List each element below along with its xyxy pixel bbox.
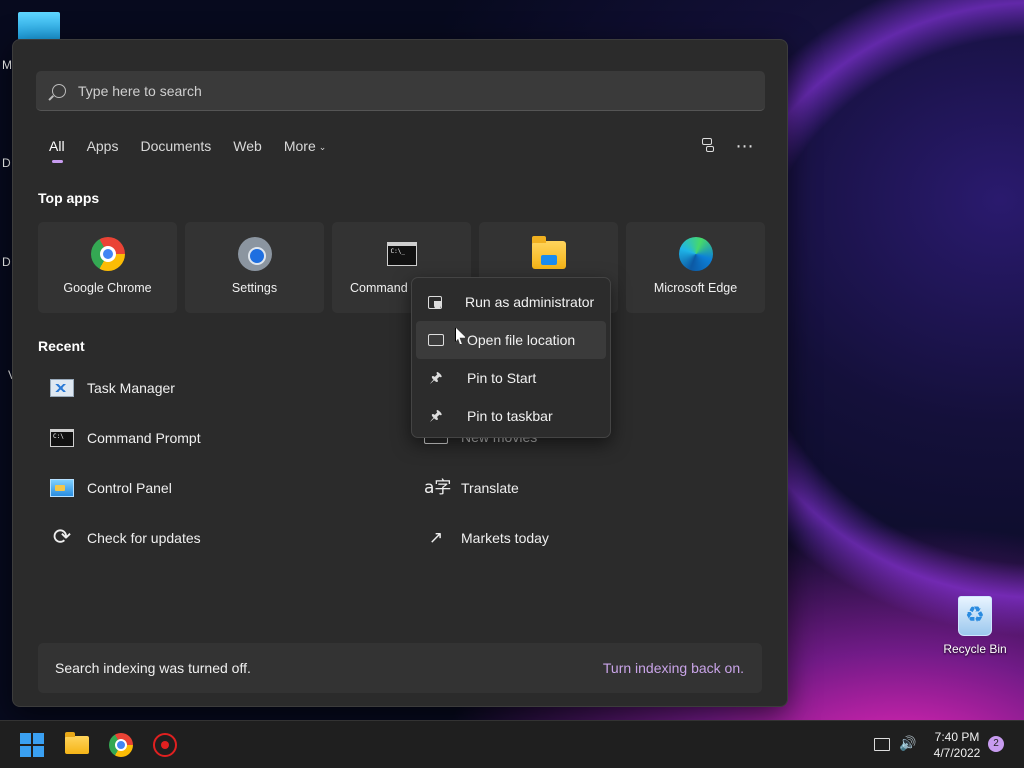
more-options-icon[interactable]: ⋯ [734,135,756,157]
shield-icon [428,295,442,309]
clock[interactable]: 7:40 PM 4/7/2022 [922,729,992,761]
top-app-settings[interactable]: Settings [185,222,324,313]
taskbar: 🔊 7:40 PM 4/7/2022 [0,720,1024,768]
recycle-bin-icon [958,596,992,636]
network-icon[interactable] [874,738,890,751]
chevron-down-icon: ⌄ [318,142,327,152]
volume-icon[interactable]: 🔊 [899,736,916,752]
translate-icon: a字 [424,478,452,498]
tab-more[interactable]: More ⌄ [284,138,326,154]
search-input[interactable] [78,82,678,99]
notification-badge[interactable]: 2 [988,736,1004,752]
tab-all[interactable]: All [49,138,65,163]
top-app-label: Google Chrome [63,281,152,295]
recent-item-markets-today[interactable]: ↗ Markets today [424,529,549,547]
search-box[interactable] [36,71,765,111]
turn-indexing-on-link[interactable]: Turn indexing back on. [603,660,744,676]
refresh-icon: ⟳ [52,525,72,550]
menu-item-label: Pin to taskbar [467,408,553,424]
context-menu: Run as administrator Open file location … [411,277,611,438]
recent-item-check-updates[interactable]: ⟳ Check for updates [50,525,201,550]
recent-item-command-prompt[interactable]: Command Prompt [50,429,201,447]
pin-icon: 🖈 [429,408,443,424]
recent-item-label: Translate [461,480,519,496]
tab-apps[interactable]: Apps [87,138,119,154]
menu-item-pin-to-taskbar[interactable]: 🖈 Pin to taskbar [416,397,606,435]
search-icon [52,83,66,98]
desktop-icon-label: M [2,58,12,72]
search-tabs: All Apps Documents Web More ⌄ [49,138,348,163]
recent-item-label: Markets today [461,530,549,546]
recent-title: Recent [38,338,85,354]
clock-time: 7:40 PM [934,730,980,744]
menu-item-label: Run as administrator [465,294,595,310]
top-app-chrome[interactable]: Google Chrome [38,222,177,313]
chrome-icon [90,237,125,271]
control-panel-icon [50,479,74,497]
folder-icon [428,334,444,346]
recycle-bin-label: Recycle Bin [943,642,1007,656]
desktop-icon[interactable] [18,12,60,40]
gear-icon [234,234,275,274]
edge-icon [678,237,713,271]
top-app-label: Settings [231,281,278,295]
top-apps-title: Top apps [38,190,100,206]
folder-icon [531,236,566,269]
start-button[interactable] [20,733,44,757]
top-app-edge[interactable]: Microsoft Edge [626,222,765,313]
chart-icon: ↗ [428,528,444,548]
indexing-message: Search indexing was turned off. [55,660,251,676]
menu-item-run-as-admin[interactable]: Run as administrator [416,283,606,321]
terminal-icon [386,242,417,266]
recent-item-task-manager[interactable]: Task Manager [50,379,175,397]
desktop-icon-label: D [2,255,11,269]
task-manager-icon [50,379,74,397]
desktop-icon-label: D [2,156,11,170]
top-apps-list: Google Chrome Settings Command Microsoft… [38,222,765,313]
menu-item-label: Open file location [467,332,576,348]
search-panel: All Apps Documents Web More⌄ ⋯ Top apps … [12,39,788,707]
recent-item-control-panel[interactable]: Control Panel [50,479,172,497]
recent-item-label: Command Prompt [87,430,201,446]
file-explorer-icon[interactable] [65,732,89,754]
recent-item-label: Check for updates [87,530,201,546]
recycle-bin[interactable]: Recycle Bin [940,596,1010,656]
pin-icon: 🖈 [429,370,443,386]
menu-item-pin-to-start[interactable]: 🖈 Pin to Start [416,359,606,397]
recent-item-translate[interactable]: a字 Translate [424,479,519,497]
clock-date: 4/7/2022 [933,746,981,760]
tab-more-label: More [283,138,316,154]
top-app-label: Microsoft Edge [653,281,738,295]
menu-item-label: Pin to Start [467,370,537,386]
menu-item-open-file-location[interactable]: Open file location [416,321,606,359]
app-icon[interactable] [153,733,177,757]
indexing-banner: Search indexing was turned off. Turn ind… [38,643,762,693]
tab-web[interactable]: Web [233,138,262,154]
chrome-icon[interactable] [109,733,133,757]
tab-documents[interactable]: Documents [140,138,211,154]
recent-item-label: Task Manager [87,380,175,396]
terminal-icon [50,429,74,447]
share-icon[interactable] [698,135,720,157]
recent-item-label: Control Panel [87,480,172,496]
